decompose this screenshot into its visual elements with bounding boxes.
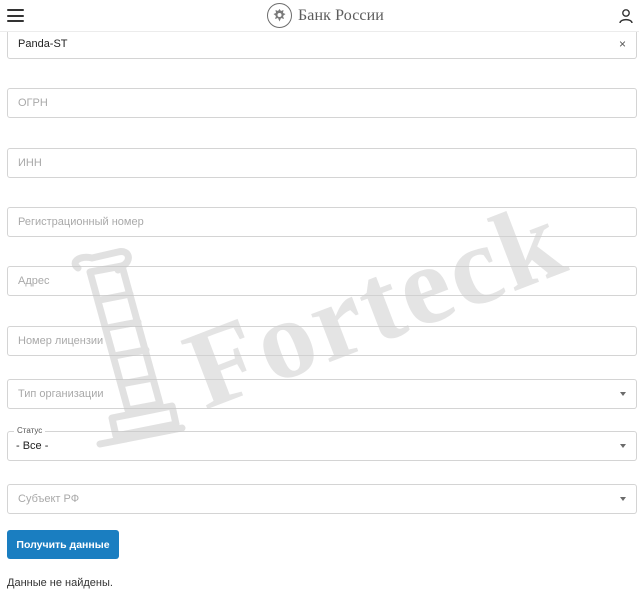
ogrn-placeholder: ОГРН [18,97,48,109]
brand-name: Банк России [298,6,384,24]
brand-logo[interactable]: Банк России [267,2,384,29]
registration-number-input[interactable]: Регистрационный номер [7,207,637,237]
organization-name-input[interactable]: Panda-ST × [7,29,637,59]
region-select[interactable]: Субъект РФ [7,484,637,514]
user-icon[interactable] [618,8,634,24]
status-select[interactable]: Статус - Все - [7,426,637,461]
no-data-message: Данные не найдены. [7,577,113,589]
license-number-input[interactable]: Номер лицензии [7,326,637,356]
address-placeholder: Адрес [18,275,50,287]
inn-input[interactable]: ИНН [7,148,637,178]
chevron-down-icon [620,497,626,501]
status-label: Статус [14,426,46,436]
chevron-down-icon [620,392,626,396]
organization-type-placeholder: Тип организации [18,388,104,400]
ogrn-input[interactable]: ОГРН [7,88,637,118]
get-data-button[interactable]: Получить данные [7,530,119,559]
status-selected-value: - Все - [16,440,49,452]
chevron-down-icon [620,444,626,448]
registration-number-placeholder: Регистрационный номер [18,216,144,228]
top-header: Банк России [0,0,639,32]
clear-icon[interactable]: × [619,37,626,51]
region-placeholder: Субъект РФ [18,493,80,505]
bank-emblem-icon [267,3,292,28]
organization-name-value: Panda-ST [18,38,68,50]
license-number-placeholder: Номер лицензии [18,335,104,347]
hamburger-menu-icon[interactable] [7,9,24,22]
organization-type-select[interactable]: Тип организации [7,379,637,409]
address-input[interactable]: Адрес [7,266,637,296]
inn-placeholder: ИНН [18,157,42,169]
